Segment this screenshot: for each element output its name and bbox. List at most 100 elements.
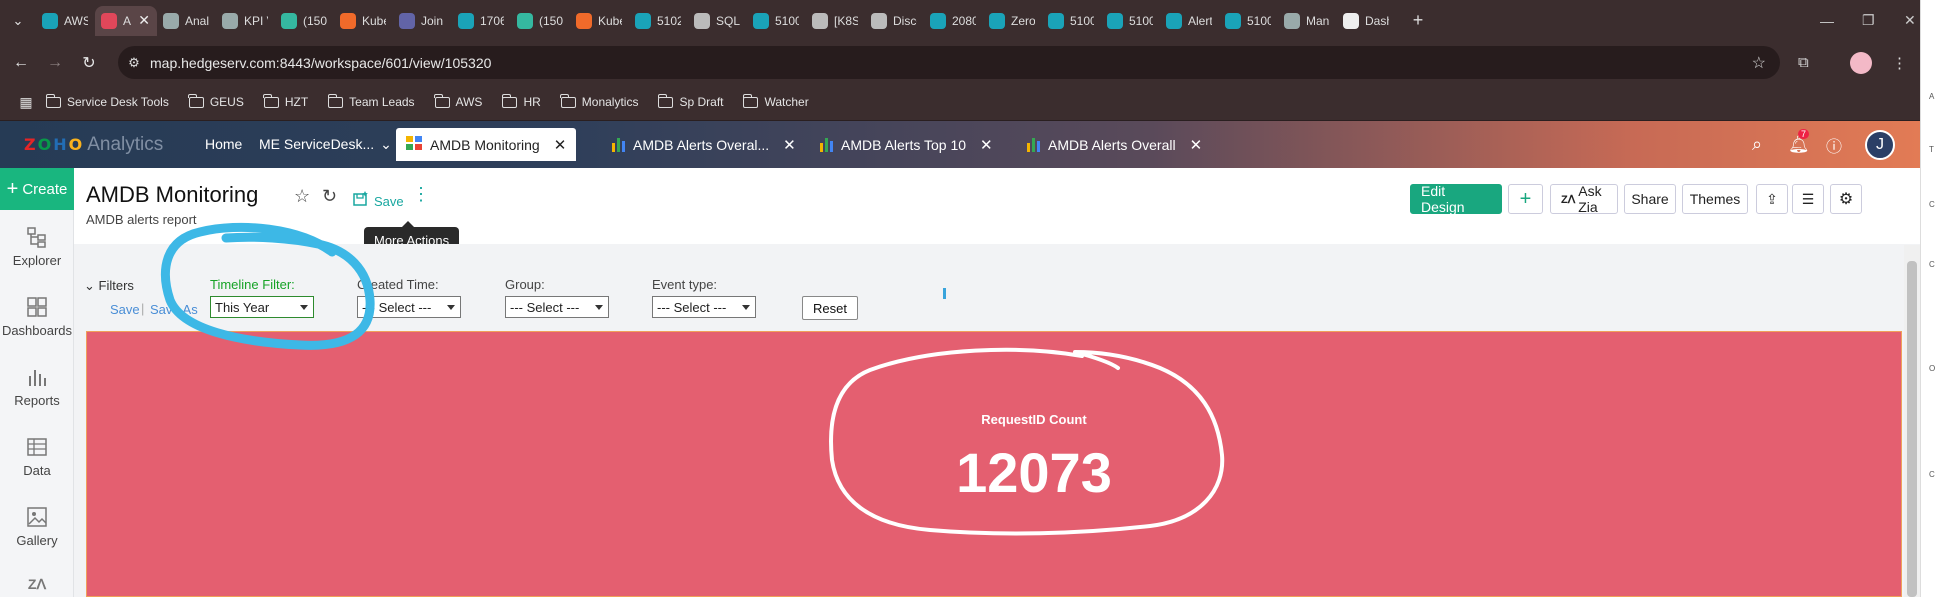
browser-tab[interactable]: (150) <box>275 6 334 36</box>
zia-icon[interactable]: Zᐱ <box>0 576 74 593</box>
add-widget-icon[interactable]: + <box>1508 184 1543 214</box>
refresh-icon[interactable]: ↻ <box>322 186 337 207</box>
share-button[interactable]: Share <box>1624 184 1676 214</box>
bookmarks-bar: ▦ Service Desk Tools GEUS HZT Team Leads AWS… <box>0 84 1944 121</box>
browser-tab[interactable]: [K8S <box>806 6 865 36</box>
apps-grid-icon[interactable]: ▦ <box>6 94 46 111</box>
close-tab-icon[interactable]: ✕ <box>138 12 150 29</box>
browser-tab[interactable]: Man <box>1278 6 1337 36</box>
export-icon[interactable]: ⇪ <box>1756 184 1788 214</box>
browser-tab[interactable]: 2080 <box>924 6 983 36</box>
tab-search-icon[interactable]: ⌄ <box>0 0 36 41</box>
rail-item-data[interactable]: Data <box>0 436 74 478</box>
browser-tab[interactable]: 5100 <box>1042 6 1101 36</box>
more-actions-icon[interactable]: ⋮ <box>412 184 430 205</box>
profile-icon[interactable] <box>1850 41 1872 84</box>
timeline-filter-select[interactable]: This Year <box>210 296 314 318</box>
browser-tab[interactable]: A ✕ <box>95 5 157 36</box>
browser-tab[interactable]: Dash <box>1337 6 1396 36</box>
home-link[interactable]: Home <box>205 136 242 152</box>
back-icon[interactable]: ← <box>8 54 34 72</box>
dropdown-caret-icon <box>447 305 455 310</box>
site-info-icon[interactable]: ⚙ <box>118 55 150 71</box>
browser-tab[interactable]: Zero <box>983 6 1042 36</box>
browser-tab[interactable]: (150) <box>511 6 570 36</box>
close-tab-icon[interactable]: ✕ <box>554 136 567 154</box>
reset-button[interactable]: Reset <box>802 296 858 320</box>
created-time-select[interactable]: --- Select --- <box>357 296 461 318</box>
save-filter-link[interactable]: Save <box>110 302 140 317</box>
rail-item-gallery[interactable]: Gallery <box>0 506 74 548</box>
browser-tab[interactable]: AWS <box>36 6 95 36</box>
browser-menu-icon[interactable]: ⋮ <box>1892 41 1907 84</box>
browser-tab[interactable]: 5100 <box>1219 6 1278 36</box>
close-tab-icon[interactable]: ✕ <box>980 136 993 154</box>
browser-tab[interactable]: Anal <box>157 6 216 36</box>
bookmark-folder[interactable]: Service Desk Tools <box>45 93 169 109</box>
close-window-icon[interactable]: ✕ <box>1904 0 1916 41</box>
help-icon[interactable]: ⓘ <box>1826 121 1842 168</box>
create-button[interactable]: + Create <box>0 168 74 210</box>
kpi-widget[interactable]: RequestID Count 12073 <box>86 331 1902 597</box>
report-tab[interactable]: AMDB Alerts Top 10 ✕ <box>810 128 1003 161</box>
rail-item-explorer[interactable]: Explorer <box>0 226 74 268</box>
report-tab[interactable]: AMDB Monitoring ✕ <box>396 128 577 161</box>
search-icon[interactable]: ⌕ <box>1752 121 1762 168</box>
browser-tab[interactable]: 1706 <box>452 6 511 36</box>
browser-tab[interactable]: 5100 <box>747 6 806 36</box>
close-tab-icon[interactable]: ✕ <box>1190 136 1203 154</box>
report-tab[interactable]: AMDB Alerts Overal... ✕ <box>602 128 806 161</box>
browser-tab[interactable]: 5102 <box>629 6 688 36</box>
new-tab-button[interactable]: + <box>1406 10 1430 31</box>
save-button[interactable]: Save <box>352 188 404 209</box>
zoho-analytics-logo[interactable]: Z O H O Analytics <box>24 134 163 156</box>
settings-gear-icon[interactable]: ⚙ <box>1830 184 1862 214</box>
browser-tab[interactable]: KPI V <box>216 6 275 36</box>
bookmark-folder[interactable]: Watcher <box>742 93 809 109</box>
group-select[interactable]: --- Select --- <box>505 296 609 318</box>
side-glyph: T <box>1929 145 1934 154</box>
s-icon <box>458 12 474 29</box>
bookmark-folder[interactable]: AWS <box>434 93 482 109</box>
rail-item-dashboards[interactable]: Dashboards <box>0 296 74 338</box>
save-as-filter-link[interactable]: Save As <box>150 302 198 317</box>
browser-tab-label: Kube <box>598 13 622 28</box>
ask-zia-button[interactable]: Zᐱ Ask Zia <box>1550 183 1618 215</box>
create-label: Create <box>22 180 68 198</box>
report-tab[interactable]: AMDB Alerts Overall ✕ <box>1017 128 1212 161</box>
forward-icon[interactable]: → <box>42 54 68 72</box>
extensions-icon[interactable]: ⧉ <box>1798 41 1809 84</box>
favorite-star-icon[interactable]: ☆ <box>294 186 310 207</box>
url-input[interactable]: ⚙ map.hedgeserv.com:8443/workspace/601/v… <box>118 46 1780 79</box>
notification-bell-icon[interactable]: 🔔︎ 7 <box>1788 121 1818 168</box>
browser-tab[interactable]: Kube <box>570 6 629 36</box>
filters-toggle[interactable]: ⌄ Filters <box>84 278 134 294</box>
browser-tab[interactable]: Disco <box>865 6 924 36</box>
scrollbar-thumb[interactable] <box>1907 261 1917 597</box>
user-avatar[interactable]: J <box>1865 121 1895 168</box>
bookmark-star-icon[interactable]: ☆ <box>1752 53 1766 73</box>
browser-tab[interactable]: Alert <box>1160 6 1219 36</box>
event-type-select[interactable]: --- Select --- <box>652 296 756 318</box>
bookmark-folder[interactable]: HZT <box>263 93 308 109</box>
servicedesk-menu[interactable]: ME ServiceDesk... ⌄ <box>259 136 392 153</box>
reload-icon[interactable]: ↻ <box>76 53 102 73</box>
restore-icon[interactable]: ❐ <box>1862 0 1875 41</box>
bookmark-folder[interactable]: HR <box>501 93 541 109</box>
browser-tab[interactable]: Join <box>393 6 452 36</box>
browser-tab[interactable]: 5100 <box>1101 6 1160 36</box>
minimize-icon[interactable]: — <box>1820 0 1834 41</box>
bookmark-folder[interactable]: Monalytics <box>560 93 638 109</box>
bookmark-folder[interactable]: Team Leads <box>327 93 415 109</box>
browser-tab[interactable]: Kube <box>334 6 393 36</box>
doc-icon <box>1343 12 1359 29</box>
comments-icon[interactable]: ☰ <box>1792 184 1824 214</box>
themes-button[interactable]: Themes <box>1682 184 1748 214</box>
close-tab-icon[interactable]: ✕ <box>783 136 796 154</box>
browser-tab[interactable]: SQL <box>688 6 747 36</box>
rail-item-reports[interactable]: Reports <box>0 366 74 408</box>
edit-design-button[interactable]: Edit Design <box>1410 183 1502 215</box>
vertical-scrollbar[interactable] <box>1904 245 1920 597</box>
bookmark-folder[interactable]: GEUS <box>188 93 244 109</box>
bookmark-folder[interactable]: Sp Draft <box>657 93 723 109</box>
